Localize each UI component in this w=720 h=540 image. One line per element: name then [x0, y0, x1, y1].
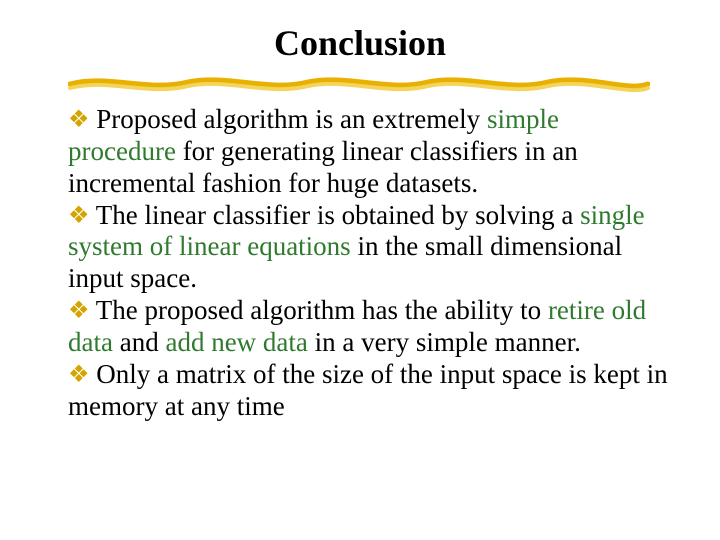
bullet-item: ❖ Only a matrix of the size of the input…: [68, 359, 668, 423]
slide-body: ❖ Proposed algorithm is an extremely sim…: [68, 104, 668, 423]
diamond-bullet-icon: ❖: [68, 362, 90, 388]
title-underline: [68, 72, 650, 94]
bullet-text-highlight: add new data: [165, 327, 307, 357]
bullet-text-pre: The linear classifier is obtained by sol…: [90, 200, 581, 230]
bullet-text-pre: Proposed algorithm is an extremely: [90, 104, 487, 134]
slide: Conclusion ❖ Proposed algorithm is an ex…: [0, 0, 720, 540]
bullet-text-mid: and: [113, 327, 165, 357]
bullet-text-pre: The proposed algorithm has the ability t…: [90, 295, 548, 325]
bullet-text-post: in a very simple manner.: [308, 327, 581, 357]
bullet-text-pre: Only a matrix of the size of the input s…: [68, 359, 668, 421]
bullet-item: ❖ The proposed algorithm has the ability…: [68, 295, 668, 359]
bullet-item: ❖ Proposed algorithm is an extremely sim…: [68, 104, 668, 200]
bullet-item: ❖ The linear classifier is obtained by s…: [68, 200, 668, 296]
diamond-bullet-icon: ❖: [68, 107, 90, 133]
diamond-bullet-icon: ❖: [68, 298, 90, 324]
diamond-bullet-icon: ❖: [68, 203, 90, 229]
slide-title: Conclusion: [0, 22, 720, 64]
